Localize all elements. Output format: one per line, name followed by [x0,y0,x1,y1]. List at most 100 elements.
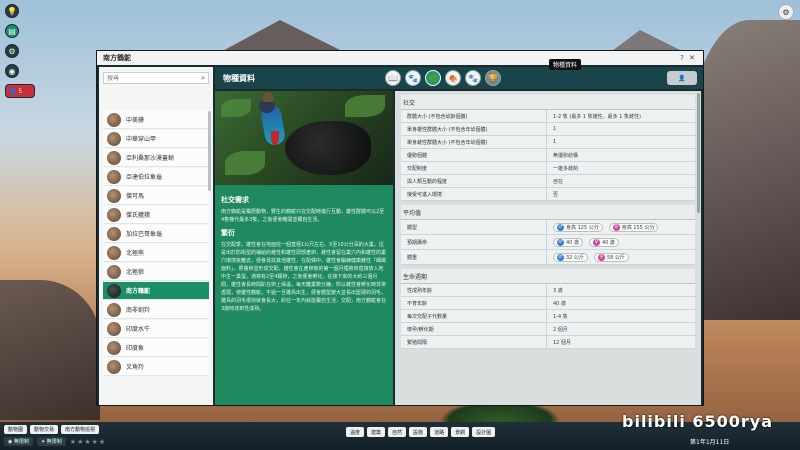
stat-label: 不育年齡 [401,297,547,309]
stats-scrollbar[interactable] [697,93,700,213]
stat-value: 否 [553,191,559,198]
build-menu-button[interactable]: 道路 [430,427,449,437]
species-thumbnail [107,321,121,336]
species-name: 印度水牛 [126,326,151,333]
stat-value: 一雄多雌制 [553,165,579,172]
stat-row: 優勢個體 無優勢結構 [401,149,695,162]
species-list-item[interactable]: 叉角羚 [103,358,209,376]
stat-value: 58 公斤 [606,254,625,261]
stat-value: 無優勢結構 [553,152,579,159]
species-list-item[interactable]: 中美貘 [103,111,209,129]
lightbulb-icon[interactable]: 💡 [5,4,19,18]
stat-sex-values: ♂ 身高 125 公分 ♀ 身高 155 公分 [547,222,695,232]
species-name: 傑可馬 [126,193,145,200]
clipboard-icon[interactable]: ▤ [5,24,19,38]
search-box[interactable]: ⌕ [103,72,209,84]
stat-value: 32 公斤 [566,254,584,261]
stat-label: 交配制度 [401,162,547,174]
average-card: 平均值 體型 ♂ 身高 125 公分 ♀ 身高 155 公分 預期壽命 ♂ 40 歲 ♀ 40 歲… [401,205,695,265]
stat-value: 12 個月 [553,339,571,346]
stat-value: 40 歲 [566,239,579,246]
species-thumbnail [107,207,121,222]
stat-label: 預期壽命 [401,235,547,249]
game-date: 第1年1月11日 [690,439,730,446]
search-icon[interactable]: ⌕ [201,74,205,83]
person-icon: 👤 [678,74,686,82]
build-menu-button[interactable]: 設計圖 [472,427,496,437]
stat-row: 性成熟年齡 3 歲 [401,284,695,297]
guest-counter[interactable]: 👤 5 [5,84,35,98]
species-list-item[interactable]: 印度象 [103,339,209,357]
money-status[interactable]: ◉ 無限制 [4,437,33,446]
stat-row: 體重 ♂ 32 公斤 ♀ 58 公斤 [401,250,695,265]
build-menu-button[interactable]: 溫度 [346,427,365,437]
research-status[interactable]: ✦ 無限制 [36,437,66,446]
species-thumbnail [107,169,121,184]
stat-row: 懷孕/孵化期 2 個月 [401,323,695,336]
left-hud: 💡 ▤ ⚙ ◉ 👤 5 [3,4,35,104]
species-thumbnail [107,264,121,279]
species-list-item[interactable]: 南方鶴鴕 [103,282,209,300]
stat-row: 單身雌性群體大小 (不包含年幼個體) 1 [401,136,695,149]
stat-value: 身高 155 公分 [621,224,655,231]
stats-panel: 社交 群體大小 (不包含幼齡個體) 1-2 隻 (最多 1 隻雄性，最多 1 隻雌… [395,91,701,405]
female-value: ♀ 40 歲 [588,237,619,247]
gear-icon[interactable]: ⚙ [5,44,19,58]
bottom-tab-chip[interactable]: 動物園 [4,425,28,434]
settings-icon[interactable]: ◉ [5,64,19,78]
stat-value: 1 [553,126,557,132]
male-icon: ♂ [557,238,564,246]
bottom-tab-chip[interactable]: 南方動物巡視 [61,425,100,434]
female-value: ♀ 身高 155 公分 [608,222,659,232]
close-icon[interactable]: ✕ [687,54,697,62]
habitat-icon[interactable]: 🌿 [425,70,441,86]
species-window: 南方鶴鴕 ? ✕ ⌕ 中美貘中華穿山甲亞利桑那沙漠蓋蜥亞達伯拉象龜傑可馬傑氏獾獴… [96,50,704,406]
social-card: 社交 群體大小 (不包含幼齡個體) 1-2 隻 (最多 1 隻雄性，最多 1 隻雌… [401,95,695,201]
bottom-left-chips: 動物園 動物交易 南方動物巡視 [4,425,100,434]
stat-row: 體型 ♂ 身高 125 公分 ♀ 身高 155 公分 [401,220,695,235]
species-list-item[interactable]: 南非劍羚 [103,301,209,319]
species-name: 南非劍羚 [126,307,151,314]
animal-icon[interactable]: 🐾 [405,70,421,86]
window-title: 南方鶴鴕 [103,54,131,62]
breeding-text: 在交配季，雄性會在地面挖一個直徑1公尺左右、5至10公分深的大巢，這是出於防衛型… [221,242,387,312]
settings-gear-icon[interactable]: ⚙ [778,4,794,20]
bottom-tab-chip[interactable]: 動物交易 [30,425,59,434]
stat-sex-values: ♂ 40 歲 ♀ 40 歲 [547,237,695,247]
money-icon: ◉ [8,438,13,445]
stat-label: 單身雌性群體大小 (不包含年幼個體) [401,136,547,148]
search-input[interactable] [107,74,202,82]
species-list-item[interactable]: 亞達伯拉象龜 [103,168,209,186]
build-menu-button[interactable]: 景觀 [451,427,470,437]
book-icon[interactable]: 📖 [385,70,401,86]
species-thumbnail [107,188,121,203]
paw-icon[interactable]: 🐾 [465,70,481,86]
species-list-item[interactable]: 傑氏獾獴 [103,206,209,224]
stat-row: 每次交配子代數量 1-4 隻 [401,310,695,323]
help-icon[interactable]: ? [677,54,687,62]
species-list-item[interactable]: 亞利桑那沙漠蓋蜥 [103,149,209,167]
male-value: ♂ 身高 125 公分 [553,222,603,232]
build-menu-button[interactable]: 自然 [388,427,407,437]
species-thumbnail [107,359,121,374]
species-list-item[interactable]: 印度水牛 [103,320,209,338]
species-list: 中美貘 中華穿山甲 亞利桑那沙漠蓋蜥 亞達伯拉象龜傑可馬傑氏獾獴 加拉巴哥象龜 北極熊 北極… [103,111,209,401]
breeding-heading: 繁衍 [221,229,235,237]
build-menu-button[interactable]: 設施 [409,427,428,437]
species-list-item[interactable]: 中華穿山甲 [103,130,209,148]
species-list-item[interactable]: 北極熊 [103,244,209,262]
zookeeper-button[interactable]: 👤 [667,71,697,85]
species-sidebar: ⌕ 中美貘中華穿山甲亞利桑那沙漠蓋蜥亞達伯拉象龜傑可馬傑氏獾獴加拉巴哥象龜北極熊… [99,67,213,405]
feeding-icon[interactable]: 🍖 [445,70,461,86]
stat-value: 3 歲 [553,287,563,294]
species-list-item[interactable]: 傑可馬 [103,187,209,205]
species-list-item[interactable]: 加拉巴哥象龜 [103,225,209,243]
sidebar-scrollbar[interactable] [208,111,211,191]
species-name: 南方鶴鴕 [126,288,151,295]
stat-label: 繁殖間隔 [401,336,547,348]
trophy-icon[interactable]: 🏆 [485,70,501,86]
build-menu-button[interactable]: 建築 [367,427,386,437]
species-name: 印度象 [126,345,145,352]
species-list-item[interactable]: 北極狼 [103,263,209,281]
description-panel: 社交需求 南方鶴鴕是獨居動物，野生的鶴鴕只在交配時進行互動，雄性群體可以2至4隻… [215,91,393,405]
